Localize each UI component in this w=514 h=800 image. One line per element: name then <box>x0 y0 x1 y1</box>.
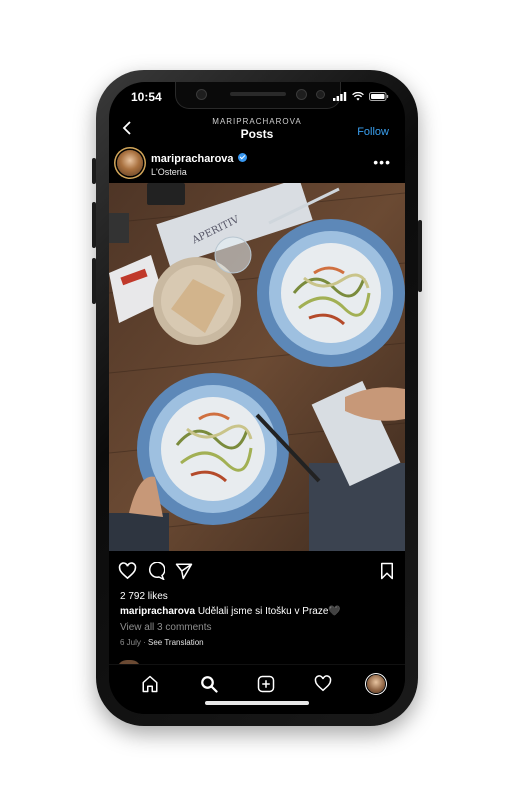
sensor-dot <box>196 89 207 100</box>
activity-heart-icon[interactable] <box>314 675 332 692</box>
comment-icon[interactable] <box>147 562 165 580</box>
volume-down-button <box>92 258 96 304</box>
avatar[interactable] <box>117 150 143 176</box>
caption-username[interactable]: maripracharova <box>120 606 195 617</box>
side-button <box>418 220 422 292</box>
post-header: maripracharova L'Osteria ••• <box>109 144 405 182</box>
profile-avatar-icon[interactable] <box>367 675 385 693</box>
post-username-row[interactable]: maripracharova <box>151 153 247 165</box>
meta-separator: · <box>140 638 149 647</box>
post-location[interactable]: L'Osteria <box>151 167 187 177</box>
view-comments-link[interactable]: View all 3 comments <box>120 622 212 633</box>
verified-badge-icon <box>237 153 247 162</box>
wifi-icon <box>352 92 364 101</box>
heart-icon[interactable] <box>118 562 137 580</box>
more-options-icon[interactable]: ••• <box>373 154 391 170</box>
sensor-dot <box>316 90 325 99</box>
see-translation-link[interactable]: See Translation <box>148 638 204 647</box>
post-date: 6 July <box>120 638 141 647</box>
mute-switch <box>92 158 96 184</box>
add-post-icon[interactable] <box>257 675 275 693</box>
post-username[interactable]: maripracharova <box>151 153 234 165</box>
phone-screen: 10:54 MARIPRACHAROVA Posts Follow maripr… <box>109 82 405 714</box>
volume-up-button <box>92 202 96 248</box>
likes-count[interactable]: 2 792 likes <box>120 591 168 602</box>
search-icon[interactable] <box>200 675 218 693</box>
camera-dot <box>296 89 307 100</box>
post-photo[interactable]: APERITIV <box>109 183 405 551</box>
speaker-grille <box>230 92 286 96</box>
post-caption: maripracharova Udělali jsme si Itošku v … <box>120 606 400 617</box>
status-time: 10:54 <box>131 90 162 104</box>
header-username: MARIPRACHAROVA <box>212 117 302 126</box>
bookmark-icon[interactable] <box>379 562 395 580</box>
phone-frame: 10:54 MARIPRACHAROVA Posts Follow maripr… <box>92 70 422 726</box>
post-meta: 6 July · See Translation <box>120 638 204 647</box>
post-actions <box>109 560 405 584</box>
follow-button[interactable]: Follow <box>357 126 389 138</box>
caption-text: Udělali jsme si Itošku v Praze🖤 <box>195 606 341 617</box>
notch <box>175 82 341 109</box>
send-icon[interactable] <box>175 562 193 580</box>
battery-icon <box>369 92 389 101</box>
cellular-signal-icon <box>333 92 347 101</box>
home-icon[interactable] <box>141 675 159 693</box>
status-icons <box>333 92 389 101</box>
post-photo-image: APERITIV <box>109 183 405 551</box>
home-indicator <box>205 701 309 705</box>
bottom-tab-bar <box>109 664 405 714</box>
